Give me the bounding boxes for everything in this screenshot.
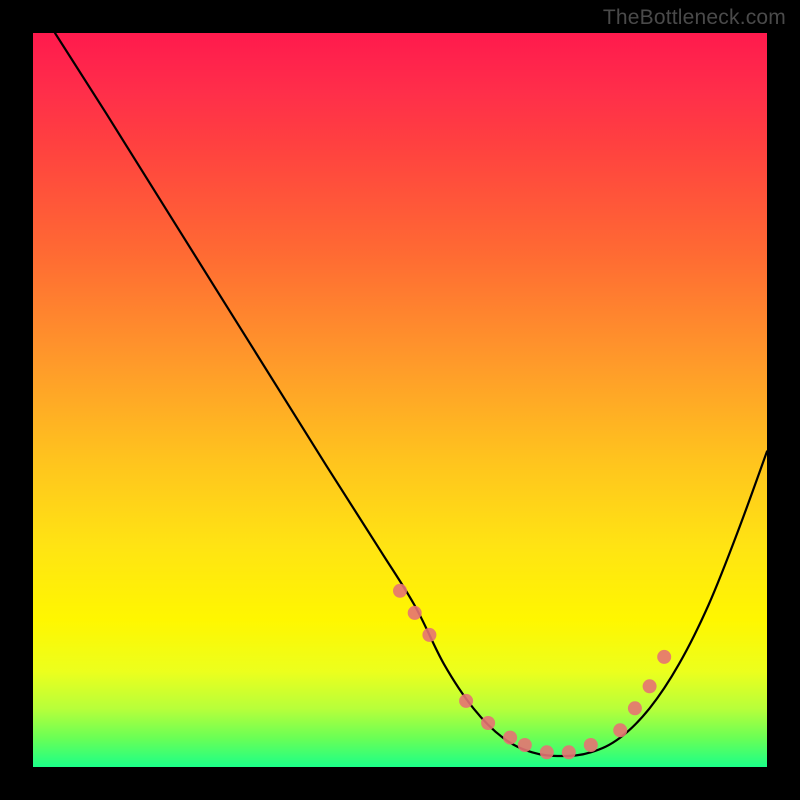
marker-point	[393, 584, 407, 598]
marker-point	[422, 628, 436, 642]
bottleneck-curve-path	[55, 33, 767, 756]
plot-area	[33, 33, 767, 767]
marker-point	[408, 606, 422, 620]
marker-point	[628, 701, 642, 715]
marker-point	[503, 731, 517, 745]
marker-point	[584, 738, 598, 752]
watermark-text: TheBottleneck.com	[603, 6, 786, 30]
marker-point	[613, 723, 627, 737]
chart-frame: TheBottleneck.com	[0, 0, 800, 800]
marker-point	[562, 745, 576, 759]
chart-svg	[33, 33, 767, 767]
marker-group	[393, 584, 671, 760]
marker-point	[540, 745, 554, 759]
marker-point	[459, 694, 473, 708]
marker-point	[518, 738, 532, 752]
marker-point	[657, 650, 671, 664]
marker-point	[481, 716, 495, 730]
marker-point	[643, 679, 657, 693]
